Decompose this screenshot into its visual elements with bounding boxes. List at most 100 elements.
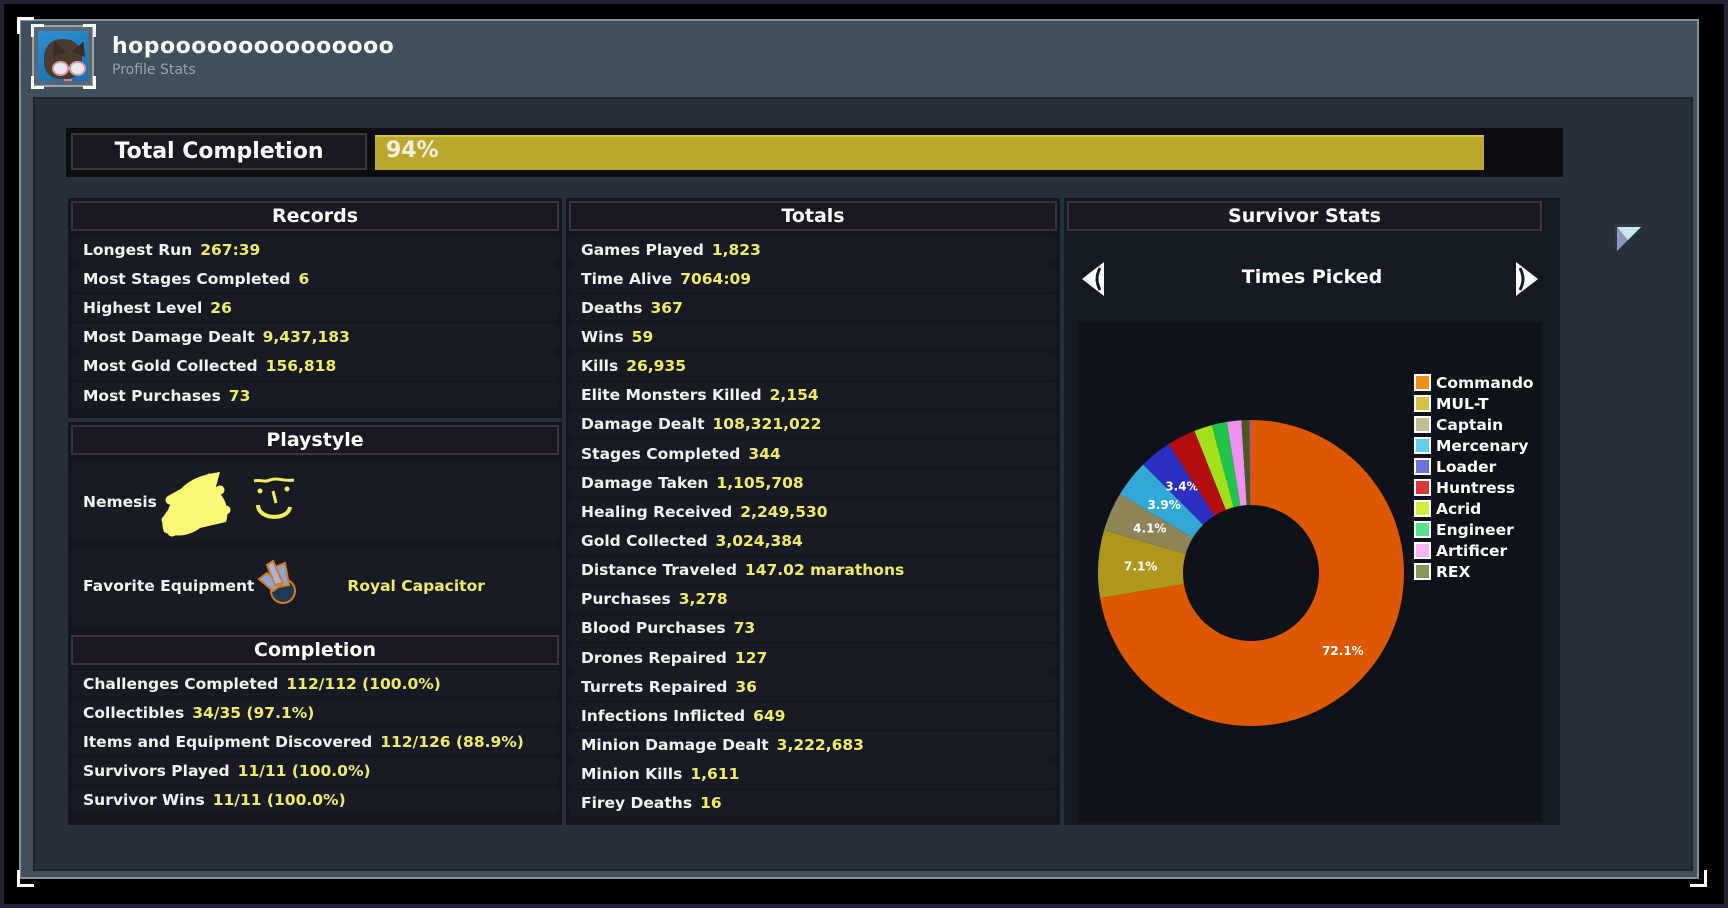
total-label: Turrets Repaired bbox=[581, 677, 728, 696]
slice-label: 72.1% bbox=[1322, 644, 1364, 658]
total-label: Damage Taken bbox=[581, 473, 709, 492]
avatar-corner bbox=[83, 24, 96, 37]
completion-header: Completion bbox=[71, 635, 559, 665]
record-row: Most Stages Completed 6 bbox=[71, 265, 559, 293]
completion-row: Survivors Played 11/11 (100.0%) bbox=[71, 757, 559, 785]
total-value: 1,105,708 bbox=[716, 473, 804, 492]
record-row: Most Damage Dealt 9,437,183 bbox=[71, 323, 559, 351]
legend-item: Acrid bbox=[1414, 498, 1534, 519]
total-value: 3,024,384 bbox=[715, 532, 803, 550]
total-row: Minion Kills 1,611 bbox=[569, 760, 1057, 788]
corner-triangle-icon[interactable] bbox=[1612, 220, 1646, 254]
completion-row: Items and Equipment Discovered 112/126 (8… bbox=[71, 728, 559, 756]
playstyle-header: Playstyle bbox=[71, 425, 559, 455]
total-label: Deaths bbox=[581, 298, 643, 317]
total-row: Drones Repaired 127 bbox=[569, 644, 1057, 672]
record-label: Most Stages Completed bbox=[83, 269, 291, 288]
legend-swatch bbox=[1414, 416, 1431, 433]
total-label: Time Alive bbox=[581, 269, 673, 288]
record-label: Most Damage Dealt bbox=[83, 328, 255, 347]
total-row: Blood Purchases 73 bbox=[569, 614, 1057, 642]
legend-swatch bbox=[1414, 437, 1431, 454]
total-row: Distance Traveled 147.02 marathons bbox=[569, 556, 1057, 584]
legend-label: REX bbox=[1436, 562, 1471, 581]
total-row: Healing Received 2,249,530 bbox=[569, 498, 1057, 526]
total-row: Stages Completed 344 bbox=[569, 440, 1057, 468]
record-row: Highest Level 26 bbox=[71, 294, 559, 322]
record-value: 156,818 bbox=[265, 357, 337, 376]
legend-item: Engineer bbox=[1414, 519, 1534, 540]
total-label: Elite Monsters Killed bbox=[581, 386, 762, 405]
legend-label: Huntress bbox=[1436, 478, 1516, 497]
legend-item: Mercenary bbox=[1414, 435, 1534, 456]
total-value: 1,823 bbox=[711, 240, 761, 259]
total-value: 1,611 bbox=[690, 765, 740, 784]
slice-label: 3.9% bbox=[1147, 498, 1180, 512]
completion-row: Challenges Completed 112/112 (100.0%) bbox=[71, 670, 559, 697]
total-label: Blood Purchases bbox=[581, 619, 726, 638]
total-label: Damage Dealt bbox=[581, 415, 705, 434]
total-label: Distance Traveled bbox=[581, 561, 737, 580]
total-value: 73 bbox=[733, 619, 756, 638]
cat-with-sunglasses-avatar-icon bbox=[38, 31, 88, 81]
legend-item: Captain bbox=[1414, 414, 1534, 435]
total-row: Wins 59 bbox=[569, 323, 1057, 351]
completion-label: Collectibles bbox=[83, 703, 185, 722]
record-label: Most Gold Collected bbox=[83, 357, 258, 376]
completion-row: Survivor Wins 11/11 (100.0%) bbox=[71, 786, 559, 814]
frame-corner bbox=[17, 870, 34, 887]
total-label: Stages Completed bbox=[581, 444, 741, 463]
favorite-equipment-label: Favorite Equipment bbox=[83, 577, 255, 595]
total-row: Damage Taken 1,105,708 bbox=[569, 469, 1057, 497]
total-value: 26,935 bbox=[626, 357, 687, 376]
total-row: Games Played 1,823 bbox=[569, 236, 1057, 263]
records-panel: Records Longest Run 267:39 Most Stages Com… bbox=[68, 198, 562, 418]
total-label: Purchases bbox=[581, 590, 671, 609]
legend-label: Engineer bbox=[1436, 520, 1514, 539]
survivor-stats-header: Survivor Stats bbox=[1067, 201, 1542, 231]
slice-label: 7.1% bbox=[1124, 559, 1157, 573]
frame-corner bbox=[1690, 870, 1707, 887]
completion-value: 11/11 (100.0%) bbox=[212, 791, 346, 810]
total-value: 649 bbox=[753, 706, 786, 725]
total-row: Damage Dealt 108,321,022 bbox=[569, 410, 1057, 438]
total-value: 2,154 bbox=[769, 386, 819, 405]
total-completion-percent: 94% bbox=[386, 138, 439, 163]
total-completion-bar: Total Completion 94% bbox=[66, 128, 1563, 177]
total-label: Minion Kills bbox=[581, 765, 683, 784]
total-label: Healing Received bbox=[581, 502, 733, 521]
completion-value: 34/35 (97.1%) bbox=[192, 703, 315, 722]
record-value: 26 bbox=[210, 298, 232, 317]
total-label: Wins bbox=[581, 327, 624, 346]
page-subtitle: Profile Stats bbox=[112, 62, 196, 78]
avatar-corner bbox=[83, 76, 96, 89]
legend-swatch bbox=[1414, 542, 1431, 559]
total-label: Infections Inflicted bbox=[581, 706, 746, 725]
record-label: Highest Level bbox=[83, 298, 203, 317]
legend-swatch bbox=[1414, 563, 1431, 580]
total-label: Games Played bbox=[581, 240, 704, 259]
completion-value: 11/11 (100.0%) bbox=[237, 762, 371, 781]
total-row: Kills 26,935 bbox=[569, 352, 1057, 380]
total-row: Turrets Repaired 36 bbox=[569, 673, 1057, 701]
record-label: Longest Run bbox=[83, 240, 193, 259]
totals-panel: Totals Games Played 1,823 Time Alive 7064:0… bbox=[566, 198, 1060, 825]
total-completion-progress-fill bbox=[375, 135, 1485, 170]
record-row: Most Gold Collected 156,818 bbox=[71, 352, 559, 380]
scribbled-out-nemesis-icon bbox=[161, 472, 231, 537]
total-value: 367 bbox=[650, 298, 683, 317]
record-row: Most Purchases 73 bbox=[71, 382, 559, 409]
legend-label: Mercenary bbox=[1436, 436, 1529, 455]
legend-label: Loader bbox=[1436, 457, 1497, 476]
drawn-smiley-face-icon bbox=[253, 477, 295, 519]
total-value: 108,321,022 bbox=[712, 415, 822, 434]
chart-legend: Commando MUL-T Captain Mercenary Loader Huntr… bbox=[1414, 372, 1534, 582]
legend-item: Huntress bbox=[1414, 477, 1534, 498]
legend-label: Captain bbox=[1436, 415, 1504, 434]
legend-swatch bbox=[1414, 395, 1431, 412]
nemesis-row: Nemesis bbox=[71, 462, 559, 542]
avatar-corner bbox=[31, 76, 44, 89]
completion-label: Survivor Wins bbox=[83, 791, 205, 810]
arrow-right-icon[interactable] bbox=[1512, 260, 1540, 298]
legend-item: Loader bbox=[1414, 456, 1534, 477]
